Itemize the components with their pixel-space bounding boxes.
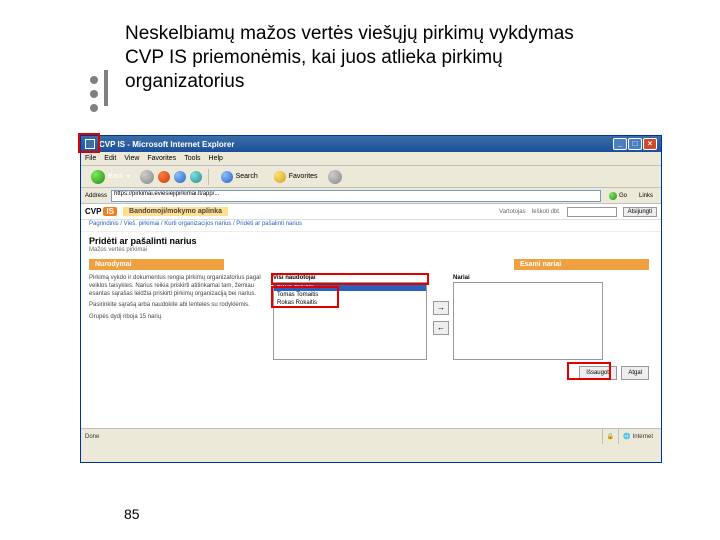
refresh-button[interactable]	[174, 171, 186, 183]
menu-help[interactable]: Help	[209, 155, 223, 162]
logout-button[interactable]: Atsijungti	[623, 207, 657, 217]
list-item[interactable]: Euras Euraitis	[274, 283, 426, 291]
environment-label: Bandomoji/mokymo aplinka	[123, 207, 228, 216]
status-lock: 🔒	[602, 429, 618, 444]
list-item[interactable]: Rokas Rokaitis	[274, 299, 426, 307]
column-members: Esami nariai	[514, 259, 649, 270]
list-item[interactable]: Tomas Tomaitis	[274, 291, 426, 299]
favorites-button[interactable]: Favorites	[268, 169, 324, 185]
window-title: CVP IS - Microsoft Internet Explorer	[99, 140, 234, 149]
cvp-logo[interactable]: CVPIS	[85, 207, 117, 216]
add-member-button[interactable]: →	[433, 301, 449, 315]
available-users-listbox[interactable]: Euras Euraitis Tomas Tomaitis Rokas Roka…	[273, 282, 427, 360]
minimize-button[interactable]: _	[613, 138, 627, 150]
go-button[interactable]: Go	[605, 190, 631, 202]
ie-browser-window: CVP IS - Microsoft Internet Explorer _ □…	[80, 135, 662, 463]
menu-view[interactable]: View	[124, 155, 139, 162]
search-icon	[221, 171, 233, 183]
status-done: Done	[85, 434, 99, 440]
breadcrumb[interactable]: Pagrindinis / Vieš. pirkimai / Kurti org…	[81, 220, 661, 232]
toolbar: Back▾ Search Favorites	[81, 166, 661, 188]
star-icon	[274, 171, 286, 183]
menu-favorites[interactable]: Favorites	[147, 155, 176, 162]
window-titlebar[interactable]: CVP IS - Microsoft Internet Explorer _ □…	[81, 136, 661, 152]
stop-button[interactable]	[158, 171, 170, 183]
members-label: Nariai	[453, 275, 603, 282]
menubar: File Edit View Favorites Tools Help	[81, 152, 661, 166]
members-listbox[interactable]	[453, 282, 603, 360]
address-label: Address	[85, 193, 107, 199]
page-header: CVPIS Bandomoji/mokymo aplinka Vartotoja…	[81, 204, 661, 220]
status-zone: 🌐 Internet	[618, 429, 657, 444]
remove-member-button[interactable]: ←	[433, 321, 449, 335]
address-input[interactable]: https://pirkimai.eviesiejipirkimai.lt/ap…	[111, 190, 601, 202]
go-icon	[609, 192, 617, 200]
maximize-button[interactable]: □	[628, 138, 642, 150]
instructions-text: Pirkimą vykdo ir dokumentus rengia pirki…	[89, 275, 269, 360]
close-button[interactable]: ×	[643, 138, 657, 150]
column-instructions: Nurodymai	[89, 259, 224, 270]
page-title: Pridėti ar pašalinti narius	[81, 232, 661, 247]
save-button[interactable]: Išsaugoti	[579, 366, 617, 380]
header-search-input[interactable]	[567, 207, 617, 217]
status-bar: Done 🔒 🌐 Internet	[81, 428, 661, 444]
page-content: CVPIS Bandomoji/mokymo aplinka Vartotoja…	[81, 204, 661, 428]
back-button[interactable]: Back▾	[85, 169, 136, 185]
menu-tools[interactable]: Tools	[184, 155, 200, 162]
search-label: Ieškoti dbt.	[532, 209, 561, 215]
home-button[interactable]	[190, 171, 202, 183]
forward-button[interactable]	[140, 170, 154, 184]
cancel-button[interactable]: Atgal	[621, 366, 649, 380]
ie-icon	[85, 139, 95, 149]
slide-page-number: 85	[124, 506, 140, 522]
transfer-arrows: → ←	[433, 275, 449, 360]
menu-edit[interactable]: Edit	[104, 155, 116, 162]
address-bar: Address https://pirkimai.eviesiejipirkim…	[81, 188, 661, 204]
user-label: Vartotojas	[499, 209, 526, 215]
back-icon	[91, 170, 105, 184]
page-subtitle: Mažos vertės pirkimai	[81, 247, 661, 257]
all-users-label: Visi naudotojai	[273, 275, 316, 281]
search-button[interactable]: Search	[215, 169, 264, 185]
history-button[interactable]	[328, 170, 342, 184]
slide-title: Neskelbiamų mažos vertės viešųjų pirkimų…	[125, 22, 605, 93]
menu-file[interactable]: File	[85, 155, 96, 162]
links-label[interactable]: Links	[635, 193, 657, 199]
